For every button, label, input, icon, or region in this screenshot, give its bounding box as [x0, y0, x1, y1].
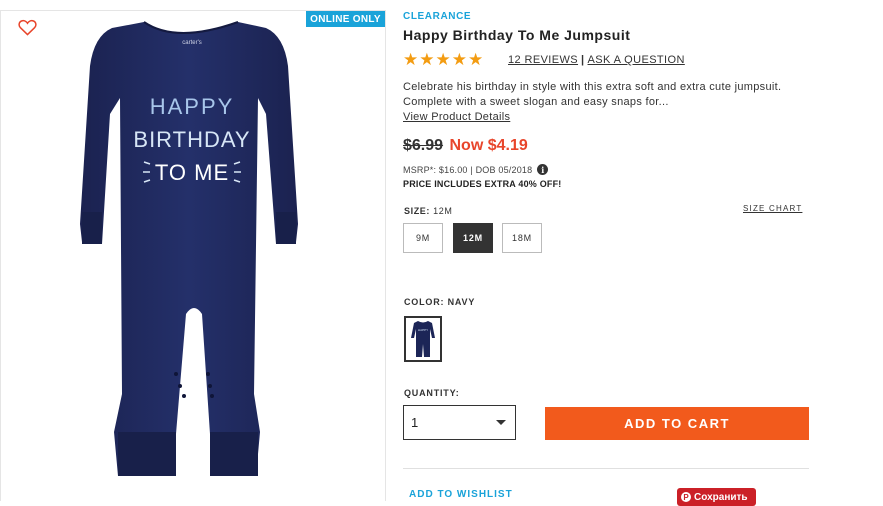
- size-option-18m[interactable]: 18M: [502, 223, 542, 253]
- color-swatch-navy[interactable]: HAPPY: [404, 316, 442, 362]
- msrp-row: MSRP*: $16.00 | DOB 05/2018 i: [403, 164, 549, 175]
- add-to-wishlist-link[interactable]: ADD TO WISHLIST: [409, 489, 513, 500]
- price-row: $6.99 Now $4.19: [403, 137, 528, 155]
- add-to-cart-button[interactable]: ADD TO CART: [545, 407, 809, 440]
- original-price: $6.99: [403, 137, 444, 154]
- extra-discount-note: PRICE INCLUDES EXTRA 40% OFF!: [403, 179, 562, 189]
- divider: [403, 468, 809, 469]
- shirt-print-happy: HAPPY: [150, 94, 235, 119]
- product-image[interactable]: carter's HAPPY BIRTHDAY TO ME: [80, 14, 308, 479]
- reviews-link[interactable]: 12 REVIEWS: [508, 54, 578, 66]
- swatch-jumpsuit-icon: HAPPY: [411, 321, 435, 357]
- info-icon[interactable]: i: [537, 164, 549, 175]
- clearance-label: CLEARANCE: [403, 11, 472, 22]
- product-description: Celebrate his birthday in style with thi…: [403, 81, 782, 108]
- svg-text:HAPPY: HAPPY: [418, 328, 428, 332]
- chevron-down-icon: [496, 420, 506, 425]
- size-label: SIZE: 12M: [404, 206, 453, 216]
- size-option-9m[interactable]: 9M: [403, 223, 443, 253]
- sale-price: Now $4.19: [449, 137, 528, 154]
- size-chart-link[interactable]: SIZE CHART: [743, 204, 802, 213]
- heart-icon[interactable]: [18, 19, 37, 41]
- msrp-text: MSRP*: $16.00 | DOB 05/2018: [403, 164, 533, 175]
- quantity-label: QUANTITY:: [404, 388, 460, 398]
- jumpsuit-body: [80, 22, 298, 476]
- view-details-link[interactable]: View Product Details: [403, 111, 510, 123]
- label-text: carter's: [182, 40, 201, 46]
- ask-question-link[interactable]: ASK A QUESTION: [588, 54, 685, 66]
- rating-stars-icon[interactable]: ★★★★★: [403, 50, 484, 70]
- quantity-select[interactable]: 1: [403, 405, 516, 440]
- selected-size: 12M: [433, 206, 453, 216]
- size-option-12m[interactable]: 12M: [453, 223, 493, 253]
- reviews-row: 12 REVIEWS | ASK A QUESTION: [508, 54, 685, 66]
- shirt-print-birthday: BIRTHDAY: [133, 127, 250, 152]
- online-only-badge: ONLINE ONLY: [306, 11, 385, 27]
- quantity-value: 1: [411, 415, 419, 430]
- color-label: COLOR: NAVY: [404, 297, 476, 307]
- separator: |: [581, 54, 585, 66]
- pinterest-save-button[interactable]: P Сохранить: [677, 488, 756, 506]
- product-title: Happy Birthday To Me Jumpsuit: [403, 27, 631, 43]
- shirt-print-tome: TO ME: [155, 160, 229, 185]
